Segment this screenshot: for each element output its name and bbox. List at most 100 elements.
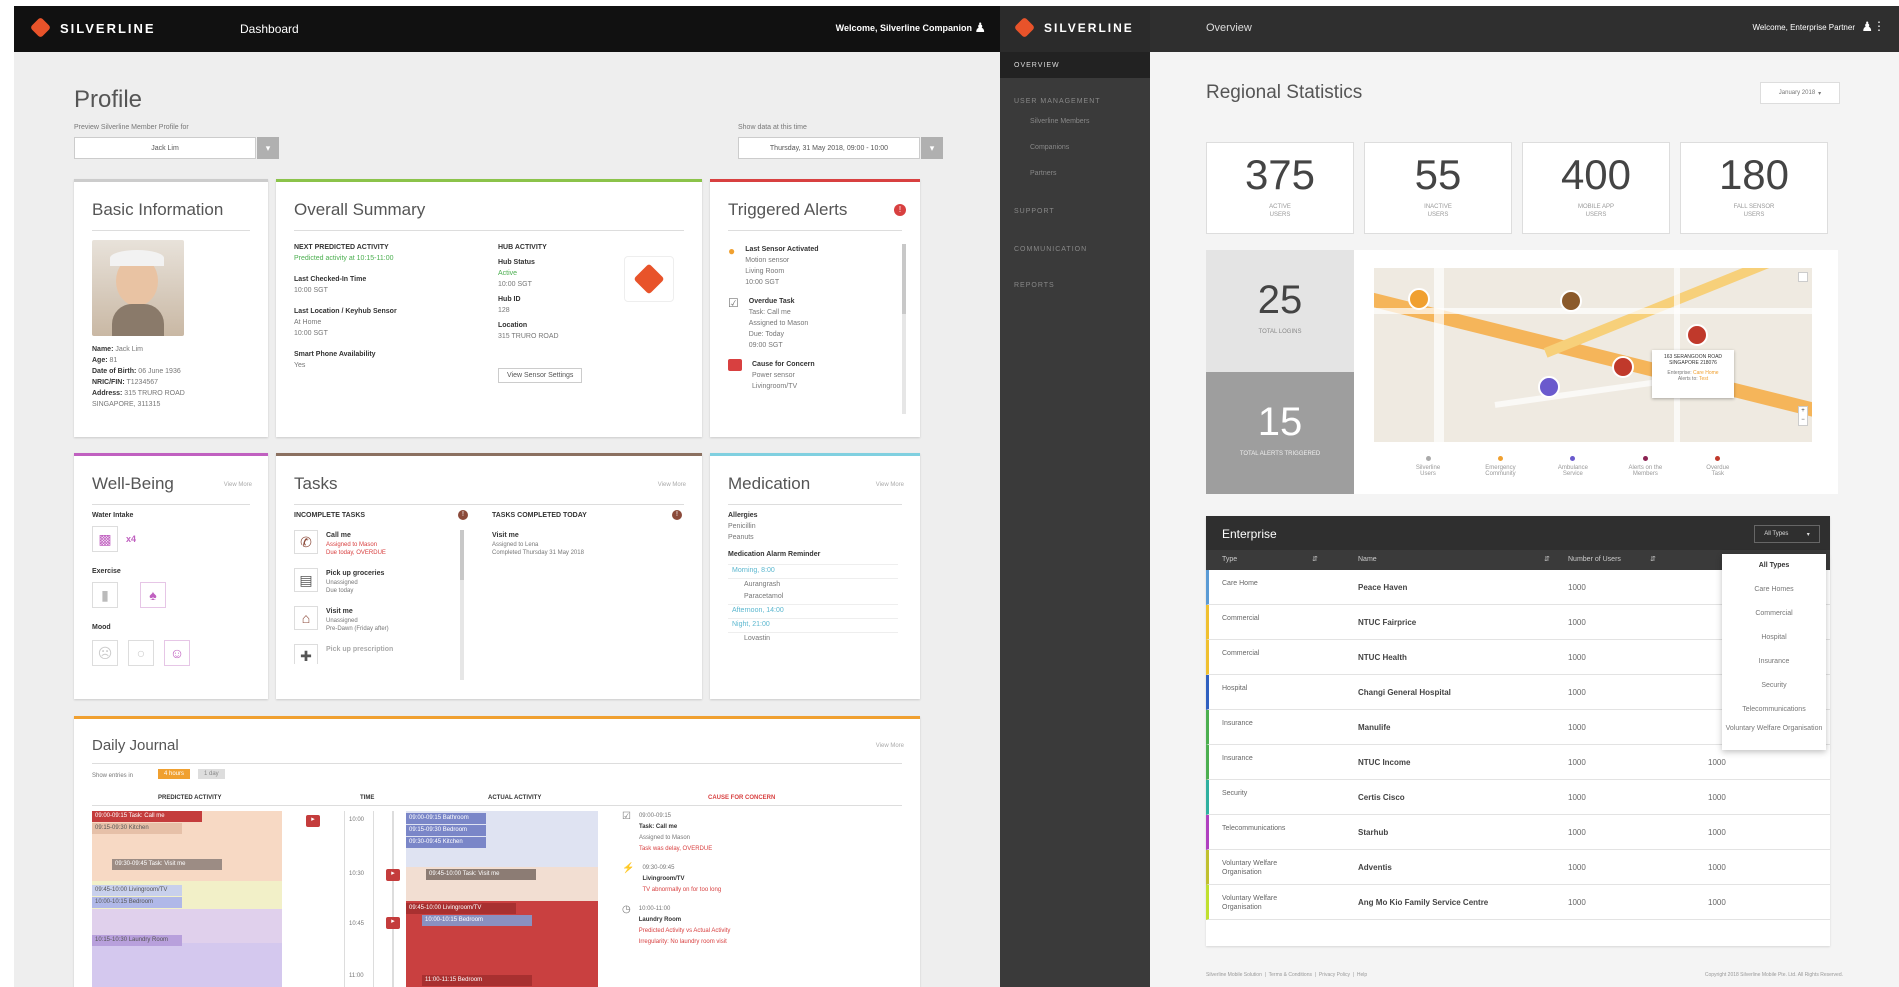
list-item[interactable]: ▤ Pick up groceries Unassigned Due today	[294, 568, 444, 606]
table-row[interactable]: Insurance NTUC Income 1000 1000	[1206, 745, 1830, 780]
reminder-row[interactable]: Lovastin	[728, 633, 898, 647]
predicted-bar[interactable]: 09:30-09:45 Task: Visit me	[112, 859, 222, 870]
sidebar-item-communication[interactable]: COMMUNICATION	[1014, 246, 1087, 253]
filter-1-day-button[interactable]: 1 day	[198, 769, 225, 779]
brand-logo[interactable]: SILVERLINE	[1014, 18, 1134, 38]
mood-neutral-icon[interactable]: ○	[128, 640, 154, 666]
actual-bar[interactable]: 09:45-10:00 Livingroom/TV	[406, 903, 516, 914]
nav-title[interactable]: Overview	[1206, 22, 1252, 34]
reminder-row[interactable]: Afternoon, 14:00	[728, 605, 898, 619]
dropdown-option[interactable]: Insurance	[1722, 650, 1826, 674]
footer-link[interactable]: Terms & Conditions	[1269, 972, 1312, 978]
dropdown-option[interactable]: Care Homes	[1722, 578, 1826, 602]
dropdown-option[interactable]: Security	[1722, 674, 1826, 698]
predicted-bar[interactable]: 10:00-10:15 Bedroom	[92, 897, 182, 908]
reminder-row[interactable]: Night, 21:00	[728, 619, 898, 633]
more-vertical-icon[interactable]: ⋮	[1873, 19, 1885, 33]
predicted-bar[interactable]: 10:15-10:30 Laundry Room	[92, 935, 182, 946]
map-marker-icon[interactable]	[1538, 376, 1560, 398]
map-marker-icon[interactable]	[1686, 324, 1708, 346]
date-select-chevron-icon[interactable]: ▾	[921, 137, 943, 159]
actual-bar[interactable]: 09:00-09:15 Bathroom	[406, 813, 486, 824]
footer-link[interactable]: Help	[1357, 972, 1367, 978]
tasks-scrollbar[interactable]	[460, 530, 464, 680]
mood-happy-icon[interactable]: ☺	[164, 640, 190, 666]
list-item[interactable]: ● Last Sensor Activated Motion sensor Livi…	[728, 244, 888, 288]
type-filter-select[interactable]: All Types ▾	[1754, 525, 1820, 543]
reminder-row[interactable]: Aurangrash	[728, 579, 898, 591]
dropdown-option[interactable]: Telecommunications	[1722, 698, 1826, 722]
actual-bar[interactable]: 09:30-09:45 Kitchen	[406, 837, 486, 848]
journal-view-more-link[interactable]: View More	[876, 741, 904, 752]
alerts-scrollbar[interactable]	[902, 244, 906, 414]
sidebar-item-companions[interactable]: Companions	[1030, 144, 1069, 151]
filter-4-hours-button[interactable]: 4 hours	[158, 769, 191, 779]
footer-link[interactable]: Privacy Policy	[1319, 972, 1350, 978]
map-marker-icon[interactable]	[1612, 356, 1634, 378]
dropdown-option[interactable]: Hospital	[1722, 626, 1826, 650]
map-marker-icon[interactable]	[1560, 290, 1582, 312]
dropdown-option[interactable]: Commercial	[1722, 602, 1826, 626]
predicted-bar[interactable]: 09:15-09:30 Kitchen	[92, 823, 182, 834]
sidebar-item-members[interactable]: Silverline Members	[1030, 118, 1090, 125]
col-users[interactable]: Number of Users	[1568, 556, 1621, 563]
medication-view-more-link[interactable]: View More	[876, 480, 904, 491]
exercise-chart-icon[interactable]: ▮	[92, 582, 118, 608]
list-item[interactable]: ✆ Call me Assigned to Mason Due today, OVE…	[294, 530, 444, 568]
region-map[interactable]: 163 SERANGOON ROAD SINGAPORE 218076 Ente…	[1374, 268, 1812, 442]
dropdown-option[interactable]: All Types	[1722, 554, 1826, 578]
predicted-bar[interactable]: 09:00-09:15 Task: Call me	[92, 811, 202, 822]
list-item[interactable]: ◷ 10:00-11:00 Laundry Room Predicted Activ…	[622, 904, 822, 948]
period-select[interactable]: January 2018 ▾	[1760, 82, 1840, 104]
table-row[interactable]: Voluntary Welfare Organisation Ang Mo Kio…	[1206, 885, 1830, 920]
list-item[interactable]: ☑ 09:00-09:15 Task: Call me Assigned to Ma…	[622, 811, 822, 855]
list-item[interactable]: ✚ Pick up prescription	[294, 644, 444, 664]
reminder-row[interactable]: Morning, 8:00	[728, 565, 898, 579]
sidebar-item-partners[interactable]: Partners	[1030, 170, 1056, 177]
user-icon[interactable]: ♟	[1861, 19, 1873, 35]
list-item[interactable]: ☑ Overdue Task Task: Call me Assigned to M…	[728, 296, 888, 351]
actual-bar[interactable]: 10:00-10:15 Bedroom	[422, 915, 532, 926]
date-select[interactable]: Thursday, 31 May 2018, 09:00 - 10:00	[738, 137, 920, 159]
list-item[interactable]: ⚡ 09:30-09:45 Livingroom/TV TV abnormally …	[622, 863, 822, 896]
table-row[interactable]: Voluntary Welfare Organisation Adventis 10…	[1206, 850, 1830, 885]
sidebar-item-user-management[interactable]: USER MANAGEMENT	[1014, 98, 1101, 105]
footer-link[interactable]: Silverline Mobile Solution	[1206, 972, 1262, 978]
tasks-view-more-link[interactable]: View More	[658, 480, 686, 491]
concern-marker-icon[interactable]: ▸	[306, 815, 320, 827]
user-icon[interactable]: ♟	[974, 20, 986, 36]
fullscreen-icon[interactable]	[1798, 272, 1808, 282]
exercise-person-icon[interactable]: ♠	[140, 582, 166, 608]
alert-info-icon[interactable]: !	[894, 204, 906, 216]
mood-sad-icon[interactable]: ☹	[92, 640, 118, 666]
dropdown-option[interactable]: Voluntary Welfare Organisation	[1722, 722, 1826, 746]
concern-marker-icon[interactable]: ▸	[386, 869, 400, 881]
concern-marker-icon[interactable]: ▸	[386, 917, 400, 929]
reminder-row[interactable]: Paracetamol	[728, 591, 898, 605]
sidebar-item-reports[interactable]: REPORTS	[1014, 282, 1055, 289]
sort-icon[interactable]: ⇵	[1544, 555, 1550, 563]
member-select-chevron-icon[interactable]: ▾	[257, 137, 279, 159]
list-item[interactable]: Cause for Concern Power sensor Livingroom/…	[728, 359, 888, 392]
col-type[interactable]: Type	[1222, 556, 1237, 563]
actual-bar[interactable]: 09:15-09:30 Bedroom	[406, 825, 486, 836]
actual-bar[interactable]: 11:00-11:15 Bedroom	[422, 975, 532, 986]
sort-icon[interactable]: ⇵	[1650, 555, 1656, 563]
map-marker-icon[interactable]	[1408, 288, 1430, 310]
col-name[interactable]: Name	[1358, 556, 1377, 563]
zoom-control[interactable]: + −	[1798, 406, 1808, 426]
sort-icon[interactable]: ⇵	[1312, 555, 1318, 563]
view-sensor-settings-button[interactable]: View Sensor Settings	[498, 368, 583, 383]
map-popup[interactable]: 163 SERANGOON ROAD SINGAPORE 218076 Ente…	[1652, 350, 1734, 398]
predicted-bar[interactable]: 09:45-10:00 Livingroom/TV	[92, 885, 182, 896]
table-row[interactable]: Telecommunications Starhub 1000 1000	[1206, 815, 1830, 850]
sidebar-item-support[interactable]: SUPPORT	[1014, 208, 1055, 215]
list-item[interactable]: ⌂ Visit me Unassigned Pre-Dawn (Friday aft…	[294, 606, 444, 644]
list-item[interactable]: Visit me Assigned to Lena Completed Thursd…	[492, 530, 672, 557]
sidebar-item-overview[interactable]: OVERVIEW	[1014, 62, 1060, 69]
wellbeing-view-more-link[interactable]: View More	[224, 480, 252, 491]
brand-logo[interactable]: SILVERLINE	[30, 18, 156, 38]
member-select[interactable]: Jack Lim	[74, 137, 256, 159]
nav-title[interactable]: Dashboard	[240, 22, 299, 36]
actual-bar[interactable]: 09:45-10:00 Task: Visit me	[426, 869, 536, 880]
